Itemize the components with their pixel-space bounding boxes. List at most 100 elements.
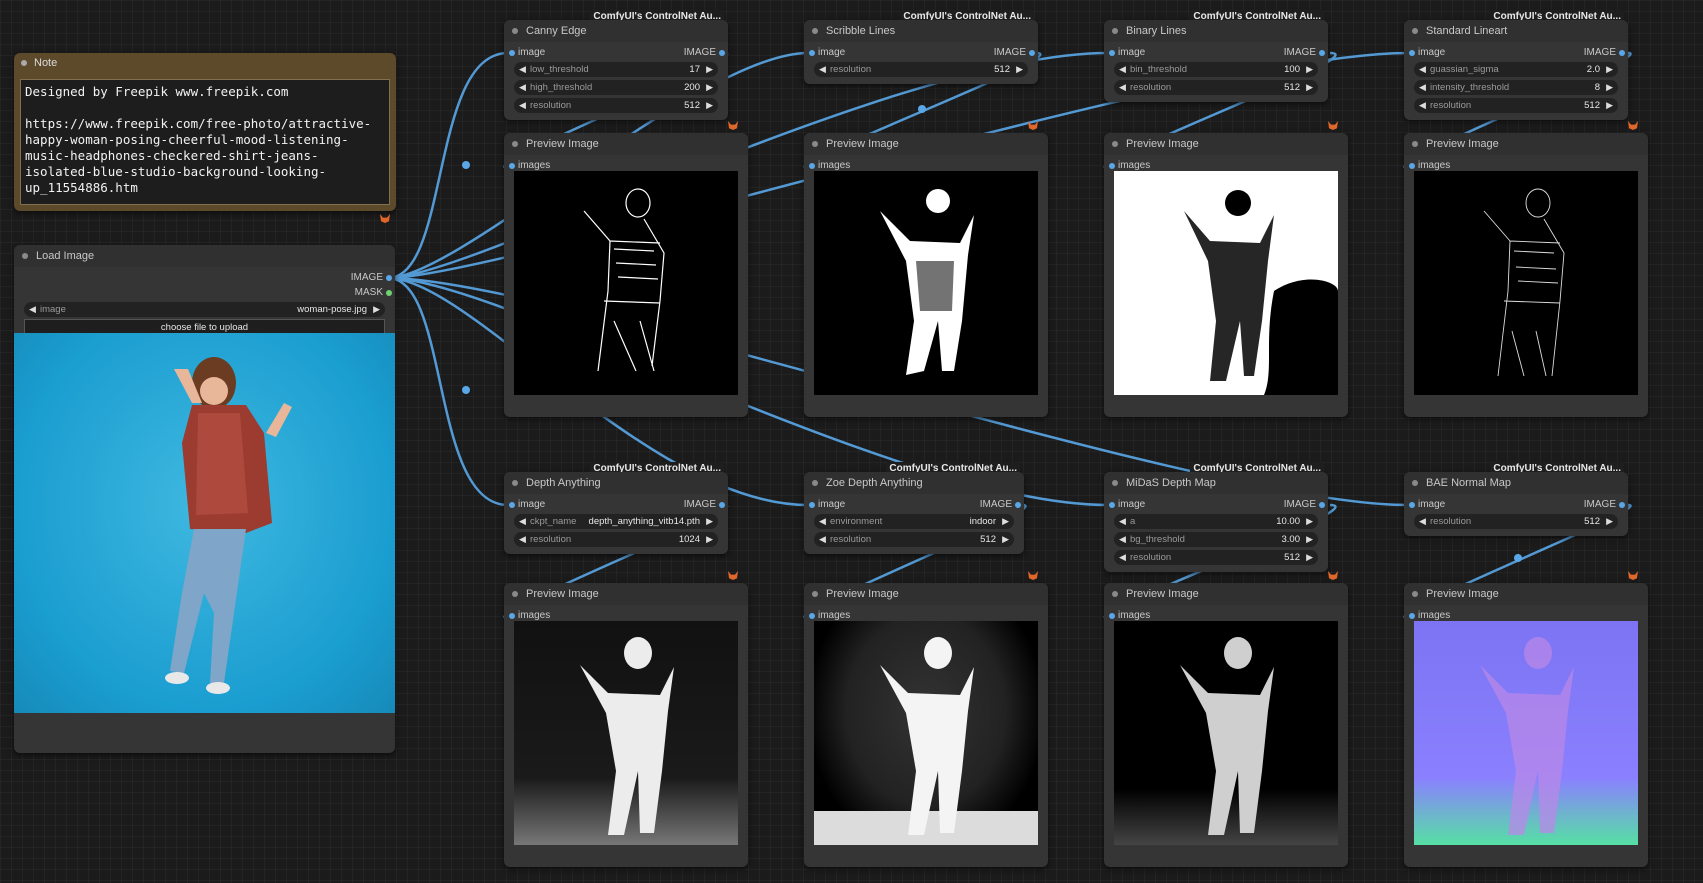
arrow-right-icon[interactable]: ▶ (706, 532, 713, 547)
collapse-dot-icon[interactable] (1112, 591, 1118, 597)
arrow-left-icon[interactable]: ◀ (519, 80, 526, 95)
node-title[interactable]: Binary Lines (1104, 20, 1328, 42)
widget-ckpt-name[interactable]: ◀ ckpt_name depth_anything_vitb14.pth ▶ (514, 514, 718, 529)
standard-lineart-node[interactable]: ComfyUI's ControlNet Au... Standard Line… (1404, 10, 1628, 120)
collapse-dot-icon[interactable] (512, 28, 518, 34)
output-image[interactable]: IMAGE (1584, 498, 1628, 512)
arrow-right-icon[interactable]: ▶ (1606, 80, 1613, 95)
arrow-left-icon[interactable]: ◀ (1119, 80, 1126, 95)
output-image[interactable]: IMAGE (994, 46, 1038, 60)
output-image[interactable]: IMAGE (351, 271, 395, 285)
arrow-right-icon[interactable]: ▶ (1016, 62, 1023, 77)
midas-depth-map-node[interactable]: ComfyUI's ControlNet Au... MiDaS Depth M… (1104, 462, 1328, 572)
arrow-right-icon[interactable]: ▶ (706, 62, 713, 77)
arrow-left-icon[interactable]: ◀ (819, 514, 826, 529)
input-image[interactable]: image (804, 498, 845, 512)
collapse-dot-icon[interactable] (1412, 141, 1418, 147)
output-image[interactable]: IMAGE (980, 498, 1024, 512)
arrow-right-icon[interactable]: ▶ (1306, 80, 1313, 95)
widget-resolution[interactable]: ◀ resolution 512 ▶ (1114, 550, 1318, 565)
arrow-right-icon[interactable]: ▶ (1306, 550, 1313, 565)
arrow-right-icon[interactable]: ▶ (1306, 62, 1313, 77)
preview-image-node[interactable]: Preview Image images (1404, 571, 1648, 867)
arrow-right-icon[interactable]: ▶ (706, 514, 713, 529)
arrow-left-icon[interactable]: ◀ (1119, 550, 1126, 565)
collapse-dot-icon[interactable] (512, 480, 518, 486)
widget-low-threshold[interactable]: ◀ low_threshold 17 ▶ (514, 62, 718, 77)
note-node[interactable]: Note Designed by Freepik www.freepik.com… (14, 53, 396, 223)
arrow-right-icon[interactable]: ▶ (1306, 514, 1313, 529)
preview-image-node[interactable]: Preview Image images (1404, 121, 1648, 417)
collapse-dot-icon[interactable] (1112, 28, 1118, 34)
node-title[interactable]: Preview Image (1404, 133, 1648, 155)
arrow-left-icon[interactable]: ◀ (519, 98, 526, 113)
arrow-left-icon[interactable]: ◀ (1119, 62, 1126, 77)
collapse-dot-icon[interactable] (812, 480, 818, 486)
widget-resolution[interactable]: ◀ resolution 512 ▶ (814, 62, 1028, 77)
widget-resolution[interactable]: ◀ resolution 512 ▶ (814, 532, 1014, 547)
output-image[interactable]: IMAGE (684, 46, 728, 60)
arrow-right-icon[interactable]: ▶ (1002, 514, 1009, 529)
collapse-dot-icon[interactable] (1112, 480, 1118, 486)
widget-resolution[interactable]: ◀ resolution 512 ▶ (514, 98, 718, 113)
node-title[interactable]: Load Image (14, 245, 395, 267)
widget-high-threshold[interactable]: ◀ high_threshold 200 ▶ (514, 80, 718, 95)
input-image[interactable]: image (1104, 46, 1145, 60)
collapse-dot-icon[interactable] (1412, 591, 1418, 597)
preview-image-node[interactable]: Preview Image images (504, 121, 748, 417)
preview-image-node[interactable]: Preview Image images (1104, 121, 1348, 417)
node-title[interactable]: BAE Normal Map (1404, 472, 1628, 494)
node-title[interactable]: Preview Image (804, 133, 1048, 155)
preview-image-node[interactable]: Preview Image images (504, 571, 748, 867)
node-title[interactable]: Preview Image (504, 583, 748, 605)
node-title[interactable]: Preview Image (1104, 583, 1348, 605)
widget-bg-threshold[interactable]: ◀ bg_threshold 3.00 ▶ (1114, 532, 1318, 547)
widget-resolution[interactable]: ◀ resolution 512 ▶ (1114, 80, 1318, 95)
collapse-dot-icon[interactable] (512, 141, 518, 147)
widget-a[interactable]: ◀ a 10.00 ▶ (1114, 514, 1318, 529)
widget-bin-threshold[interactable]: ◀ bin_threshold 100 ▶ (1114, 62, 1318, 77)
arrow-right-icon[interactable]: ▶ (706, 98, 713, 113)
arrow-right-icon[interactable]: ▶ (1606, 514, 1613, 529)
node-title[interactable]: Depth Anything (504, 472, 728, 494)
node-title[interactable]: Preview Image (1104, 133, 1348, 155)
zoe-depth-anything-node[interactable]: ComfyUI's ControlNet Au... Zoe Depth Any… (804, 462, 1024, 554)
node-title[interactable]: Scribble Lines (804, 20, 1038, 42)
arrow-right-icon[interactable]: ▶ (706, 80, 713, 95)
load-image-node[interactable]: Load Image IMAGE MASK ◀ image woman-pose… (14, 245, 395, 753)
input-image[interactable]: image (804, 46, 845, 60)
preview-image-node[interactable]: Preview Image images (1104, 571, 1348, 867)
arrow-left-icon[interactable]: ◀ (1419, 62, 1426, 77)
collapse-dot-icon[interactable] (1412, 28, 1418, 34)
collapse-dot-icon[interactable] (21, 60, 27, 66)
collapse-dot-icon[interactable] (812, 141, 818, 147)
collapse-dot-icon[interactable] (812, 591, 818, 597)
depth-anything-node[interactable]: ComfyUI's ControlNet Au... Depth Anythin… (504, 462, 728, 554)
arrow-right-icon[interactable]: ▶ (1606, 62, 1613, 77)
arrow-left-icon[interactable]: ◀ (519, 514, 526, 529)
arrow-left-icon[interactable]: ◀ (519, 532, 526, 547)
arrow-left-icon[interactable]: ◀ (1419, 514, 1426, 529)
node-title[interactable]: Preview Image (1404, 583, 1648, 605)
node-title[interactable]: MiDaS Depth Map (1104, 472, 1328, 494)
preview-image-node[interactable]: Preview Image images (804, 121, 1048, 417)
arrow-right-icon[interactable]: ▶ (1606, 98, 1613, 113)
output-image[interactable]: IMAGE (684, 498, 728, 512)
arrow-left-icon[interactable]: ◀ (1419, 80, 1426, 95)
collapse-dot-icon[interactable] (812, 28, 818, 34)
output-mask[interactable]: MASK (355, 286, 395, 300)
arrow-left-icon[interactable]: ◀ (1119, 514, 1126, 529)
widget-guassian-sigma[interactable]: ◀ guassian_sigma 2.0 ▶ (1414, 62, 1618, 77)
arrow-left-icon[interactable]: ◀ (1119, 532, 1126, 547)
note-textarea[interactable]: Designed by Freepik www.freepik.com http… (20, 79, 390, 205)
widget-resolution[interactable]: ◀ resolution 512 ▶ (1414, 98, 1618, 113)
arrow-right-icon[interactable]: ▶ (1002, 532, 1009, 547)
widget-intensity-threshold[interactable]: ◀ intensity_threshold 8 ▶ (1414, 80, 1618, 95)
binary-lines-node[interactable]: ComfyUI's ControlNet Au... Binary Lines … (1104, 10, 1328, 102)
input-image[interactable]: image (1404, 46, 1445, 60)
collapse-dot-icon[interactable] (1412, 480, 1418, 486)
arrow-left-icon[interactable]: ◀ (29, 302, 36, 317)
collapse-dot-icon[interactable] (1112, 141, 1118, 147)
image-select-widget[interactable]: ◀ image woman-pose.jpg ▶ (24, 302, 385, 317)
input-image[interactable]: image (504, 498, 545, 512)
